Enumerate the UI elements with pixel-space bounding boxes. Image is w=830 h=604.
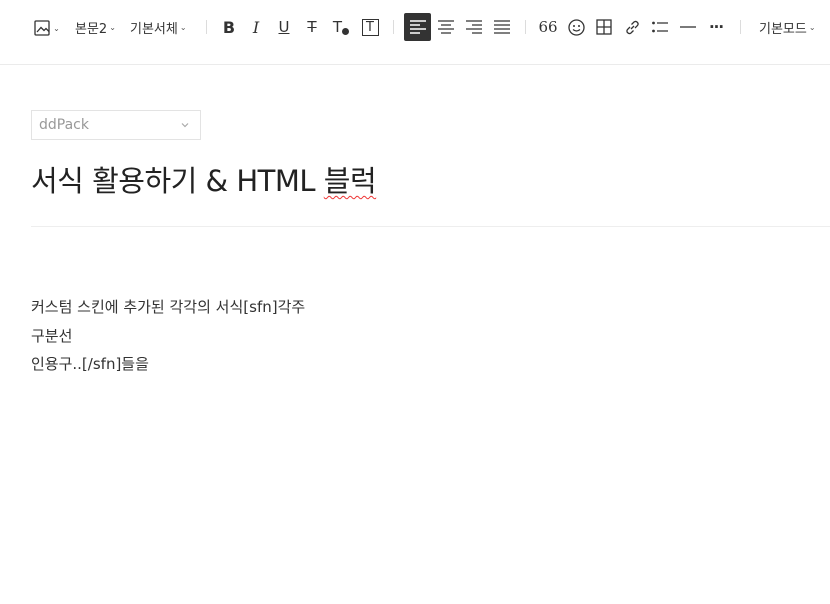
body-line: 인용구..[/sfn]들을 — [31, 355, 149, 373]
link-icon — [625, 20, 639, 34]
text-color-button[interactable]: T — [331, 16, 351, 38]
table-icon — [596, 19, 612, 35]
align-right-icon — [466, 20, 482, 34]
chevron-down-icon: ⌄ — [808, 22, 816, 32]
list-icon — [652, 21, 668, 33]
body-line: 구분선 — [31, 326, 73, 345]
underline-icon: U — [278, 18, 290, 36]
align-justify-button[interactable] — [491, 16, 513, 38]
category-value: ddPack — [39, 117, 89, 133]
quote-button[interactable]: 66 — [537, 16, 559, 38]
text-background-icon: T — [361, 18, 379, 36]
chevron-down-icon: ⌄ — [109, 22, 116, 32]
post-title-input[interactable]: 서식 활용하기 & HTML 블럭 — [31, 158, 377, 200]
text-color-icon: T — [332, 18, 343, 36]
link-button[interactable] — [621, 16, 643, 38]
color-dot-icon — [342, 27, 350, 35]
table-button[interactable] — [593, 16, 615, 38]
body-line: 커스텀 스킨에 추가된 각각의 서식[sfn]각주 — [31, 298, 306, 316]
italic-icon: I — [252, 17, 260, 37]
align-center-button[interactable] — [435, 16, 457, 38]
emoticon-button[interactable] — [565, 16, 587, 38]
editor-mode-label: 기본모드 — [759, 21, 807, 37]
align-left-button[interactable] — [404, 13, 431, 41]
post-body-editor[interactable]: 커스텀 스킨에 추가된 각각의 서식[sfn]각주 구분선 인용구..[/sfn… — [31, 293, 305, 379]
chevron-down-icon: ⌄ — [179, 22, 187, 32]
chevron-down-icon — [181, 123, 189, 128]
chevron-down-icon: ⌄ — [53, 23, 60, 33]
align-center-icon — [438, 20, 454, 34]
list-button[interactable] — [649, 16, 671, 38]
more-button[interactable]: ··· — [705, 16, 727, 38]
category-select[interactable]: ddPack — [31, 110, 201, 140]
align-left-icon — [409, 20, 426, 34]
toolbar-separator — [393, 20, 394, 34]
toolbar-separator — [740, 20, 741, 34]
emoticon-icon — [567, 18, 585, 36]
strikethrough-icon: T — [307, 18, 317, 36]
font-family-label: 기본서체 — [130, 21, 178, 37]
quote-icon: 66 — [538, 18, 558, 36]
underline-button[interactable]: U — [274, 16, 294, 38]
italic-button[interactable]: I — [246, 16, 266, 38]
toolbar-separator — [525, 20, 526, 34]
align-right-button[interactable] — [463, 16, 485, 38]
align-justify-icon — [494, 20, 510, 34]
paragraph-style-label: 본문2 — [75, 21, 108, 37]
horizontal-rule-icon — [680, 26, 696, 28]
misspelled-word: 블럭 — [323, 164, 377, 198]
paragraph-style-dropdown[interactable]: 본문2 ⌄ — [75, 16, 116, 38]
editor-mode-dropdown[interactable]: 기본모드 ⌄ — [759, 16, 816, 38]
post-title-text: 서식 활용하기 & HTML — [31, 164, 324, 198]
bold-button[interactable]: B — [219, 16, 239, 38]
image-icon — [34, 20, 50, 36]
horizontal-rule-button[interactable] — [677, 16, 699, 38]
title-divider — [31, 226, 830, 227]
strikethrough-button[interactable]: T — [302, 16, 322, 38]
more-icon: ··· — [708, 18, 724, 36]
toolbar-separator — [206, 20, 207, 34]
insert-image-button[interactable]: ⌄ — [33, 18, 61, 38]
text-background-button[interactable]: T — [360, 16, 380, 38]
bold-icon: B — [222, 17, 236, 37]
font-family-dropdown[interactable]: 기본서체 ⌄ — [130, 16, 187, 38]
editor-toolbar: ⌄ 본문2 ⌄ 기본서체 ⌄ B I U T T T 66 ··· 기본모드 ⌄ — [0, 0, 830, 65]
